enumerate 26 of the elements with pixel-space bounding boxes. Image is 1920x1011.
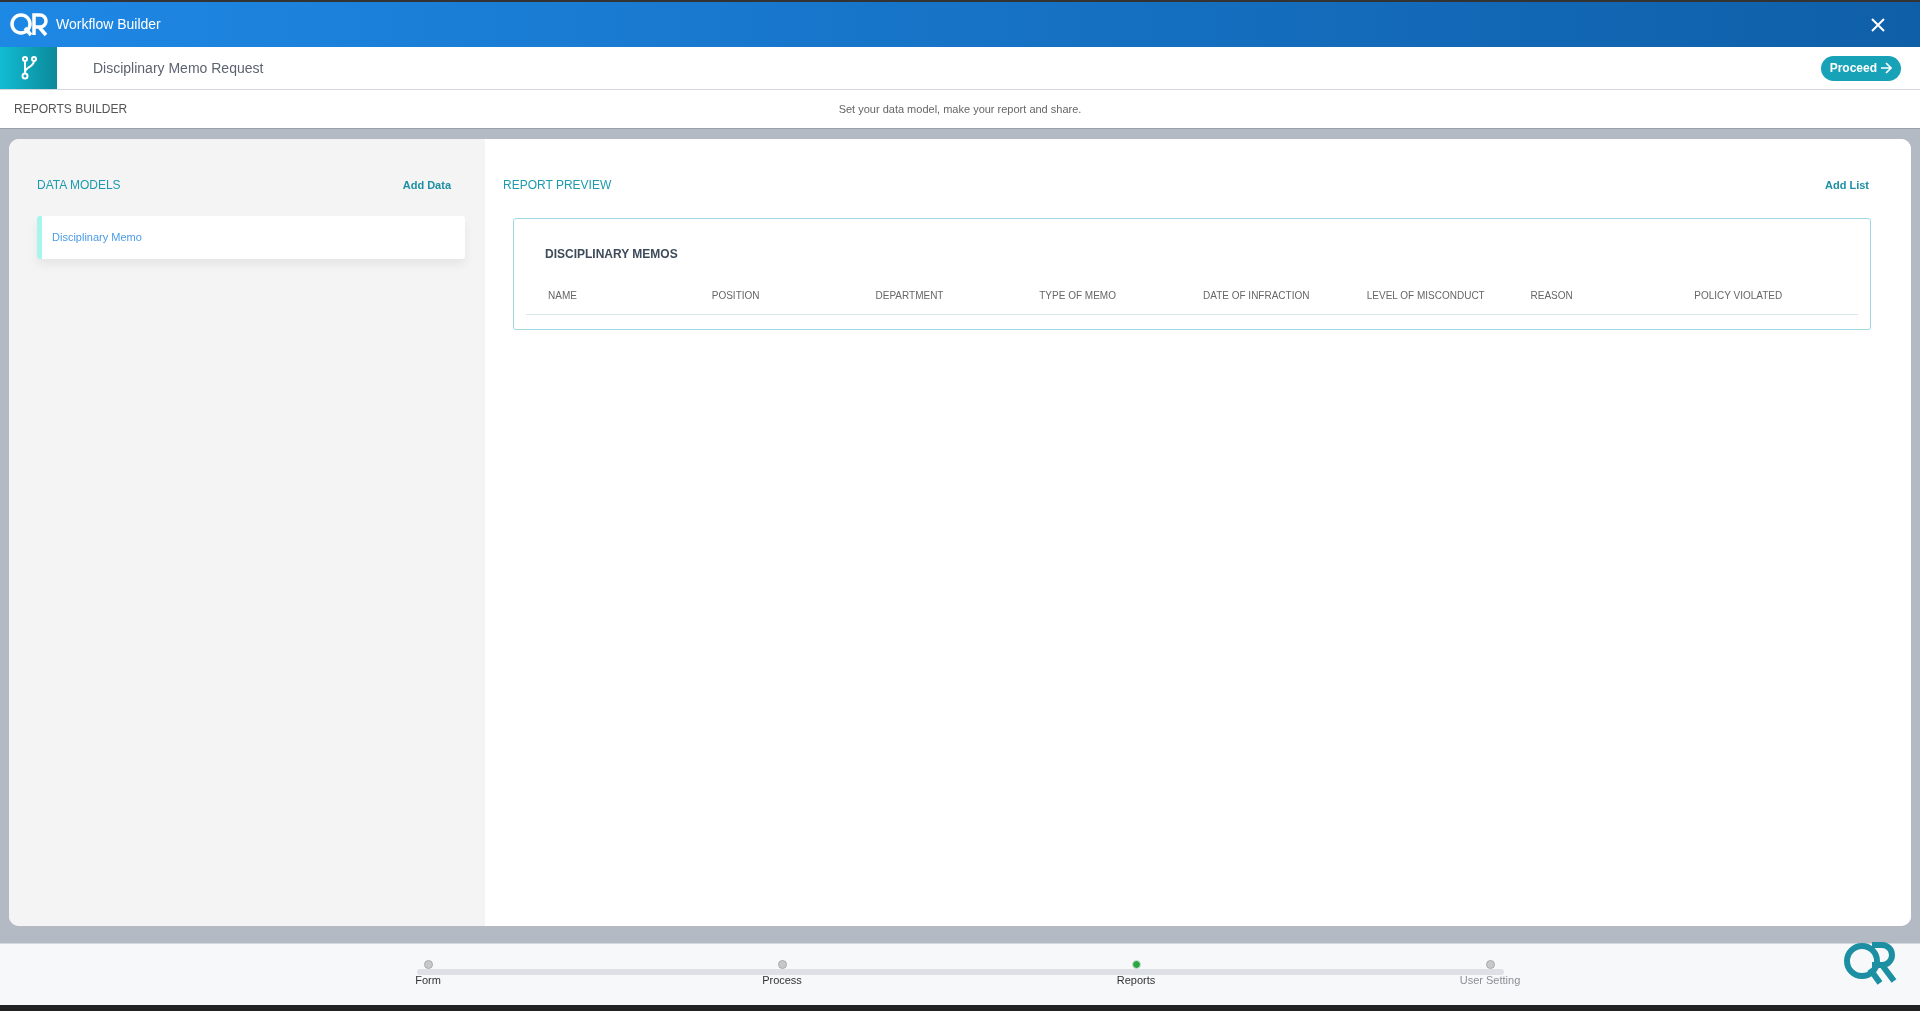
step-label[interactable]: Reports	[1116, 972, 1156, 989]
column-header: POLICY VIOLATED	[1694, 289, 1784, 303]
section-hint: Set your data model, make your report and share.	[838, 101, 1082, 117]
column-header: DATE OF INFRACTION	[1203, 289, 1311, 303]
logo-icon	[10, 11, 48, 38]
column-header: POSITION	[711, 289, 761, 303]
data-model-item[interactable]: Disciplinary Memo	[37, 216, 465, 259]
window-title: Workflow Builder	[56, 15, 161, 34]
list-title: DISCIPLINARY MEMOS	[545, 246, 679, 263]
branch-icon	[20, 56, 37, 80]
proceed-button[interactable]: Proceed	[1820, 55, 1901, 81]
panel-title: REPORT PREVIEW	[503, 177, 612, 194]
column-header: LEVEL OF MISCONDUCT	[1366, 289, 1486, 303]
column-header: DEPARTMENT	[875, 289, 945, 303]
column-header: NAME	[548, 289, 578, 303]
add-list-link[interactable]: Add List	[1825, 176, 1869, 194]
arrow-right-icon	[1880, 62, 1892, 74]
column-header: REASON	[1530, 289, 1574, 303]
step-label[interactable]: Process	[762, 972, 802, 989]
section-title: REPORTS BUILDER	[14, 101, 128, 118]
panel-title: DATA MODELS	[37, 177, 121, 194]
add-data-link[interactable]: Add Data	[402, 176, 451, 194]
close-icon	[1870, 16, 1886, 33]
column-header: TYPE OF MEMO	[1039, 289, 1117, 303]
workflow-name: Disciplinary Memo Request	[93, 58, 264, 78]
step-label[interactable]: Form	[415, 972, 441, 989]
